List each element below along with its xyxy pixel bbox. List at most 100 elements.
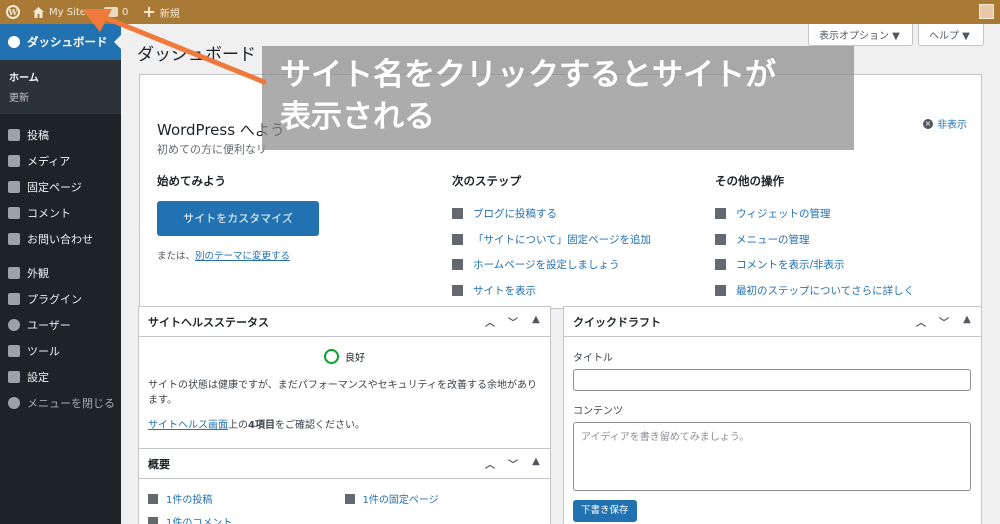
sidebar-item-users[interactable]: ユーザー — [0, 312, 121, 338]
collapse-label: メニューを閉じる — [27, 397, 115, 410]
glance-comments-link[interactable]: 1件のコメント — [148, 510, 345, 524]
avatar[interactable] — [979, 4, 994, 19]
move-up-icon[interactable]: ︿ — [483, 314, 497, 329]
annotation-line-1: サイト名をクリックするとサイトが — [280, 57, 776, 93]
sidebar-item-contact[interactable]: お問い合わせ — [0, 226, 121, 252]
plugin-icon — [8, 293, 20, 305]
collapse-menu-button[interactable]: メニューを閉じる — [0, 390, 121, 416]
site-name-link[interactable]: My Site — [26, 0, 93, 24]
sidebar-item-pages[interactable]: 固定ページ — [0, 174, 121, 200]
at-a-glance-header: 概要 ︿ ﹀ ▲ — [139, 449, 550, 479]
glance-posts-link[interactable]: 1件の投稿 — [148, 487, 345, 510]
step-label: 「サイトについて」固定ページを追加 — [473, 233, 651, 246]
sidebar-item-label: プラグイン — [27, 293, 82, 306]
annotation-callout: サイト名をクリックするとサイトが 表示される — [262, 46, 854, 150]
or-prefix: または、 — [157, 251, 196, 262]
pin-icon — [148, 493, 158, 504]
comments-link[interactable]: 0 — [93, 0, 135, 24]
move-down-icon[interactable]: ﹀ — [506, 456, 520, 471]
menu-icon — [715, 233, 726, 245]
mail-icon — [8, 233, 20, 245]
new-label: 新規 — [159, 8, 180, 20]
comment-icon — [8, 207, 20, 219]
toggle-panel-icon[interactable]: ▲ — [529, 314, 543, 329]
sidebar-item-label: 投稿 — [27, 129, 49, 142]
step-set-homepage[interactable]: ホームページを設定しましょう — [452, 252, 651, 278]
sidebar-item-label: メディア — [27, 155, 71, 168]
edit-icon — [452, 208, 463, 220]
dismiss-label: 非表示 — [937, 120, 967, 131]
page-icon — [344, 493, 355, 504]
get-started-column: 始めてみよう サイトをカスタマイズ または、別のテーマに変更する — [157, 173, 319, 262]
sidebar-item-media[interactable]: メディア — [0, 148, 121, 174]
wordpress-logo-button[interactable]: W — [0, 0, 26, 24]
glance-pages-link[interactable]: 1件の固定ページ — [344, 487, 542, 510]
action-comments[interactable]: コメントを表示/非表示 — [715, 252, 914, 278]
brush-icon — [8, 267, 20, 279]
sidebar-item-dashboard[interactable]: ダッシュボード — [0, 24, 121, 60]
sidebar-item-label: 外観 — [27, 267, 49, 280]
dismiss-link[interactable]: × 非表示 — [923, 116, 967, 131]
toggle-panel-icon[interactable]: ▲ — [960, 314, 974, 329]
sidebar-item-label: ユーザー — [27, 319, 71, 332]
health-items-count: 4項目 — [248, 420, 275, 431]
change-theme-link[interactable]: 別のテーマに変更する — [195, 251, 290, 262]
action-widgets[interactable]: ウィジェットの管理 — [715, 201, 914, 227]
sidebar-item-appearance[interactable]: 外観 — [0, 260, 121, 286]
step-label: ブログに投稿する — [473, 208, 557, 221]
site-name-label: My Site — [49, 6, 86, 18]
submenu-updates[interactable]: 更新 — [0, 86, 121, 106]
step-add-about-page[interactable]: 「サイトについて」固定ページを追加 — [452, 227, 651, 253]
customize-site-button[interactable]: サイトをカスタマイズ — [157, 201, 319, 236]
step-view-site[interactable]: サイトを表示 — [452, 278, 651, 304]
wrench-icon — [8, 345, 20, 357]
status-ring-icon — [324, 349, 339, 364]
site-health-link[interactable]: サイトヘルス画面 — [148, 420, 228, 431]
help-button[interactable]: ヘルプ ▼ — [918, 24, 984, 46]
sidebar-item-settings[interactable]: 設定 — [0, 364, 121, 390]
sidebar-item-tools[interactable]: ツール — [0, 338, 121, 364]
move-down-icon[interactable]: ﹀ — [506, 314, 520, 329]
move-up-icon[interactable]: ︿ — [483, 456, 497, 471]
action-learn-more[interactable]: 最初のステップについてさらに詳しく — [715, 278, 914, 304]
glance-label: 1件のコメント — [166, 518, 233, 524]
step-label: サイトを表示 — [473, 284, 536, 297]
comment-icon — [148, 516, 158, 524]
site-health-panel: サイトヘルスステータス ︿ ﹀ ▲ 良好 サイトの状態は健康ですが、まだパフォーマン… — [138, 306, 551, 456]
admin-bar: W My Site 0 + 新規 — [0, 0, 1000, 24]
action-menus[interactable]: メニューの管理 — [715, 227, 914, 253]
sidebar-item-comments[interactable]: コメント — [0, 200, 121, 226]
more-actions-column: その他の操作 ウィジェットの管理 メニューの管理 コメントを表示/非表示 最初の… — [715, 173, 914, 303]
comment-icon — [103, 7, 118, 17]
health-link-suffix: をご確認ください。 — [274, 420, 365, 431]
quick-draft-header: クイックドラフト ︿ ﹀ ▲ — [564, 307, 981, 337]
submenu-home[interactable]: ホーム — [0, 66, 121, 86]
draft-content-textarea[interactable]: アイディアを書き留めてみましょう。 — [573, 422, 971, 491]
action-label: ウィジェットの管理 — [736, 208, 831, 221]
sidebar-item-label: 設定 — [27, 371, 49, 384]
home-icon — [33, 6, 44, 18]
media-icon — [8, 155, 20, 167]
welcome-about: 初めての方に便利なリ — [157, 143, 267, 156]
new-content-button[interactable]: + 新規 — [135, 0, 186, 24]
move-down-icon[interactable]: ﹀ — [937, 314, 951, 329]
action-label: コメントを表示/非表示 — [736, 259, 845, 272]
sidebar-item-plugins[interactable]: プラグイン — [0, 286, 121, 312]
close-icon: × — [923, 118, 933, 129]
plus-icon: + — [142, 2, 156, 21]
glance-label: 1件の固定ページ — [362, 495, 439, 506]
panel-handles: ︿ ﹀ ▲ — [483, 314, 543, 329]
sidebar-item-label: ダッシュボード — [27, 35, 108, 49]
or-text: または、別のテーマに変更する — [157, 248, 319, 262]
draft-title-input[interactable] — [573, 369, 971, 391]
screen-options-button[interactable]: 表示オプション ▼ — [808, 24, 913, 46]
next-steps-heading: 次のステップ — [452, 174, 521, 188]
move-up-icon[interactable]: ︿ — [914, 314, 928, 329]
panel-handles: ︿ ﹀ ▲ — [483, 456, 543, 471]
toggle-panel-icon[interactable]: ▲ — [529, 456, 543, 471]
sidebar-item-label: お問い合わせ — [27, 233, 93, 246]
health-status: 良好 — [139, 349, 550, 364]
step-write-post[interactable]: ブログに投稿する — [452, 201, 651, 227]
sidebar-item-posts[interactable]: 投稿 — [0, 122, 121, 148]
save-draft-button[interactable]: 下書き保存 — [573, 500, 637, 522]
